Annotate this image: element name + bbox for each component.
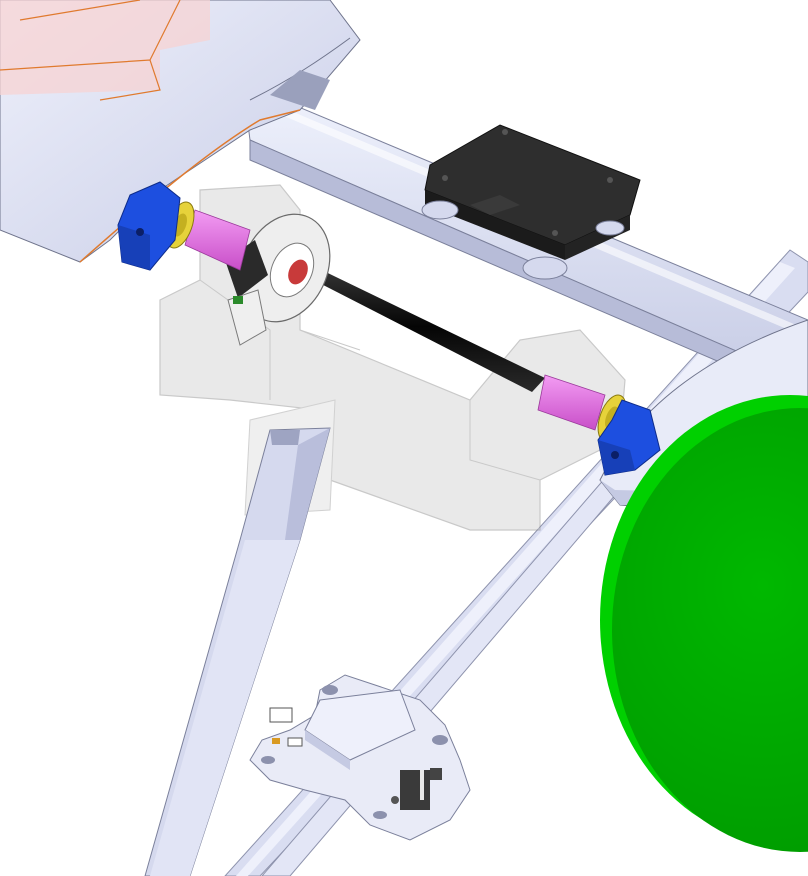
- cad-assembly-scene: [0, 0, 808, 876]
